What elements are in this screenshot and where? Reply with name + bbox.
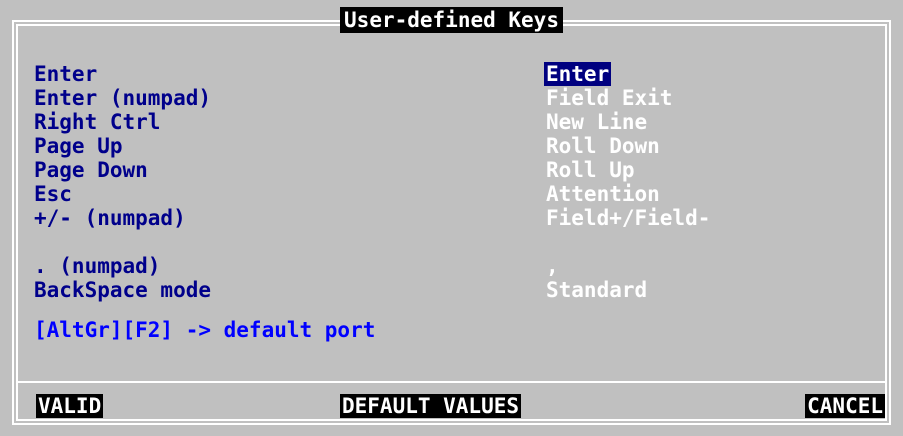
mapping-row-backspace-mode[interactable]: BackSpace mode Standard [34, 278, 874, 302]
key-label: Enter (numpad) [34, 86, 212, 110]
key-value-field[interactable]: New Line [546, 110, 647, 134]
key-value-field[interactable]: Roll Up [546, 158, 635, 182]
dialog-title: User-defined Keys [340, 7, 563, 33]
mapping-row-enter-numpad[interactable]: Enter (numpad) Field Exit [34, 86, 874, 110]
key-label: Esc [34, 182, 72, 206]
key-label: Enter [34, 62, 98, 86]
cancel-button[interactable]: CANCEL [805, 394, 885, 418]
dialog-title-bar: User-defined Keys [0, 7, 903, 33]
mapping-row-enter[interactable]: Enter Enter [34, 62, 874, 86]
key-label: . (numpad) [34, 254, 161, 278]
key-label: BackSpace mode [34, 278, 212, 302]
mapping-row-plus-minus-numpad[interactable]: +/- (numpad) Field+/Field- [34, 206, 874, 230]
key-value-field[interactable]: Attention [546, 182, 660, 206]
mapping-row-right-ctrl[interactable]: Right Ctrl New Line [34, 110, 874, 134]
default-port-hint: [AltGr][F2] -> default port [34, 318, 376, 342]
key-label: Page Up [34, 134, 123, 158]
key-label: +/- (numpad) [34, 206, 186, 230]
valid-button[interactable]: VALID [36, 394, 104, 418]
key-label: Right Ctrl [34, 110, 161, 134]
mapping-row-page-down[interactable]: Page Down Roll Up [34, 158, 874, 182]
key-label: Page Down [34, 158, 148, 182]
key-value-field[interactable]: Standard [546, 278, 647, 302]
key-mapping-list: Enter Enter Enter (numpad) Field Exit Ri… [34, 62, 874, 302]
key-value-field[interactable]: Field Exit [546, 86, 672, 110]
mapping-row-page-up[interactable]: Page Up Roll Down [34, 134, 874, 158]
key-value-field[interactable]: Enter [544, 62, 612, 86]
default-values-button[interactable]: DEFAULT VALUES [340, 394, 522, 418]
row-spacer [34, 230, 874, 254]
key-value-field[interactable]: Roll Down [546, 134, 660, 158]
key-value-field[interactable]: , [546, 254, 559, 278]
mapping-row-dot-numpad[interactable]: . (numpad) , [34, 254, 874, 278]
button-separator [16, 381, 887, 383]
mapping-row-esc[interactable]: Esc Attention [34, 182, 874, 206]
key-value-field[interactable]: Field+/Field- [546, 206, 710, 230]
